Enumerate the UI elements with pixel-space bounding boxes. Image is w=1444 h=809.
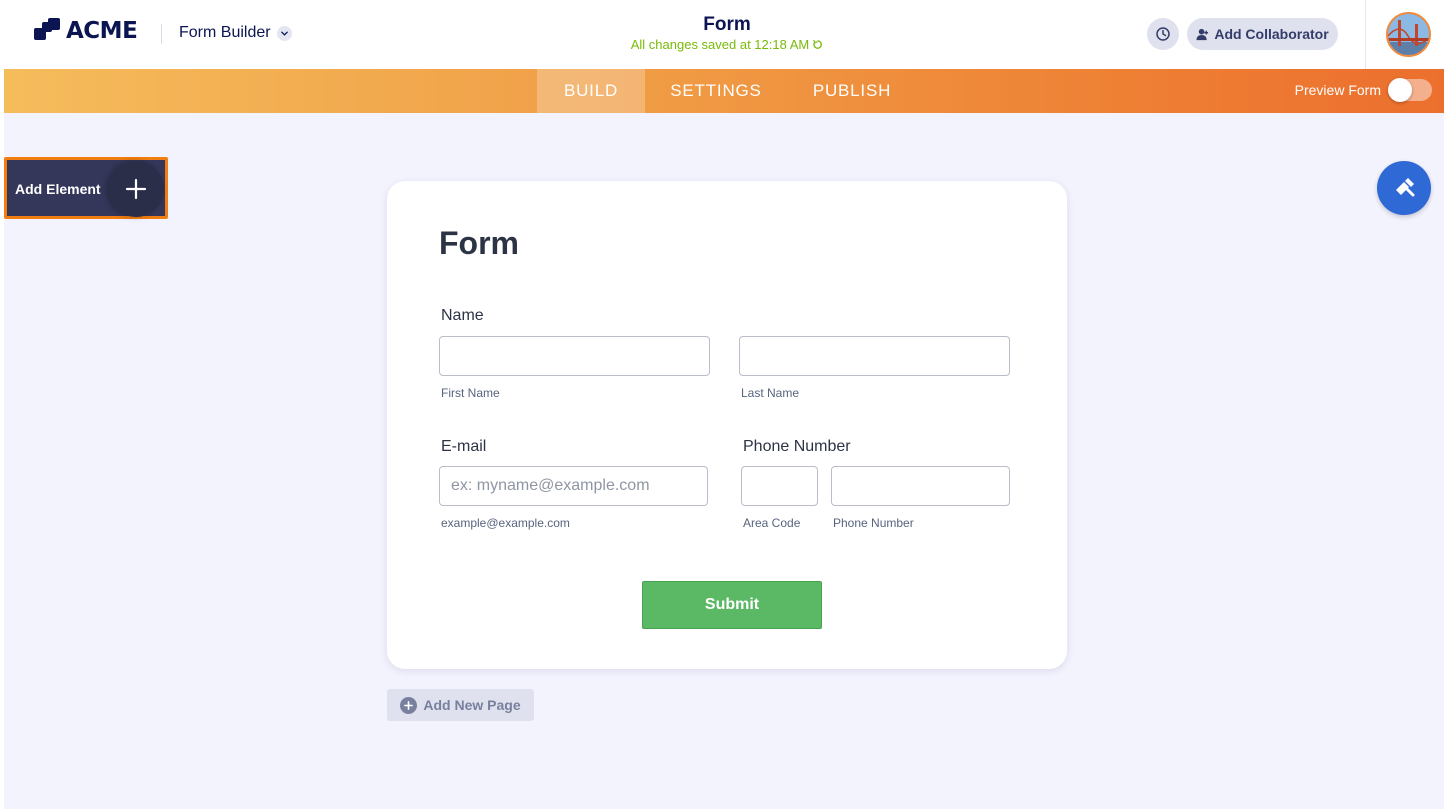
add-element-button[interactable]: Add Element xyxy=(4,157,168,219)
add-new-page-button[interactable]: Add New Page xyxy=(387,689,534,721)
acme-logo[interactable]: ACME xyxy=(34,18,138,44)
first-name-sublabel: First Name xyxy=(441,386,500,400)
last-name-input[interactable] xyxy=(739,336,1010,376)
preview-form-label: Preview Form xyxy=(1294,82,1381,98)
email-label: E-mail xyxy=(441,438,487,455)
email-sublabel: example@example.com xyxy=(441,516,570,530)
header-separator xyxy=(161,24,162,44)
form-title-area: Form All changes saved at 12:18 AM xyxy=(527,14,927,54)
chevron-down-icon xyxy=(276,25,292,41)
logo-mark-icon xyxy=(34,18,60,44)
logo-text: ACME xyxy=(66,18,138,44)
paint-roller-icon xyxy=(1396,178,1415,197)
tab-settings[interactable]: SETTINGS xyxy=(657,69,775,113)
plus-icon[interactable] xyxy=(108,161,164,217)
email-field[interactable]: ex: myname@example.com xyxy=(439,466,708,506)
tab-settings-label: SETTINGS xyxy=(670,81,762,100)
add-new-page-label: Add New Page xyxy=(423,697,521,713)
add-collaborator-button[interactable]: Add Collaborator xyxy=(1187,18,1338,50)
name-label: Name xyxy=(441,307,484,324)
tab-publish[interactable]: PUBLISH xyxy=(799,69,905,113)
submit-button[interactable]: Submit xyxy=(642,581,822,629)
email-placeholder: ex: myname@example.com xyxy=(451,477,650,494)
save-status: All changes saved at 12:18 AM xyxy=(631,37,824,52)
tab-build[interactable]: BUILD xyxy=(537,69,645,113)
add-collaborator-label: Add Collaborator xyxy=(1214,26,1329,42)
area-code-sublabel: Area Code xyxy=(743,516,801,530)
area-code-input[interactable] xyxy=(741,466,818,506)
form-designer-button[interactable] xyxy=(1377,161,1431,215)
form-card: Form Name First Name Last Name E-mail ex… xyxy=(387,181,1067,669)
history-button[interactable] xyxy=(1147,18,1179,50)
plus-circle-icon xyxy=(400,696,418,714)
form-title[interactable]: Form xyxy=(527,14,927,36)
save-status-text: All changes saved at 12:18 AM xyxy=(630,37,810,52)
app-name: Form Builder xyxy=(179,24,271,41)
top-header: ACME Form Builder Form All changes saved… xyxy=(0,0,1444,69)
avatar[interactable] xyxy=(1386,12,1431,57)
first-name-input[interactable] xyxy=(439,336,710,376)
builder-nav-bar: BUILD SETTINGS PUBLISH Preview Form xyxy=(4,69,1444,113)
phone-label: Phone Number xyxy=(743,438,851,455)
toggle-knob xyxy=(1388,78,1412,102)
tab-publish-label: PUBLISH xyxy=(812,81,892,100)
history-icon xyxy=(1156,27,1170,41)
preview-form-toggle[interactable] xyxy=(1388,78,1432,102)
refresh-icon[interactable] xyxy=(812,39,823,50)
app-switcher[interactable]: Form Builder xyxy=(179,24,292,42)
user-add-icon xyxy=(1196,28,1209,40)
submit-label: Submit xyxy=(704,596,760,613)
phone-number-input[interactable] xyxy=(831,466,1010,506)
form-heading[interactable]: Form xyxy=(439,225,519,262)
header-divider xyxy=(1365,0,1366,69)
add-element-label: Add Element xyxy=(15,181,101,197)
avatar-image xyxy=(1388,14,1429,55)
tab-build-label: BUILD xyxy=(563,81,619,100)
preview-form-control: Preview Form xyxy=(1294,78,1432,102)
last-name-sublabel: Last Name xyxy=(741,386,800,400)
phone-number-sublabel: Phone Number xyxy=(833,516,914,530)
